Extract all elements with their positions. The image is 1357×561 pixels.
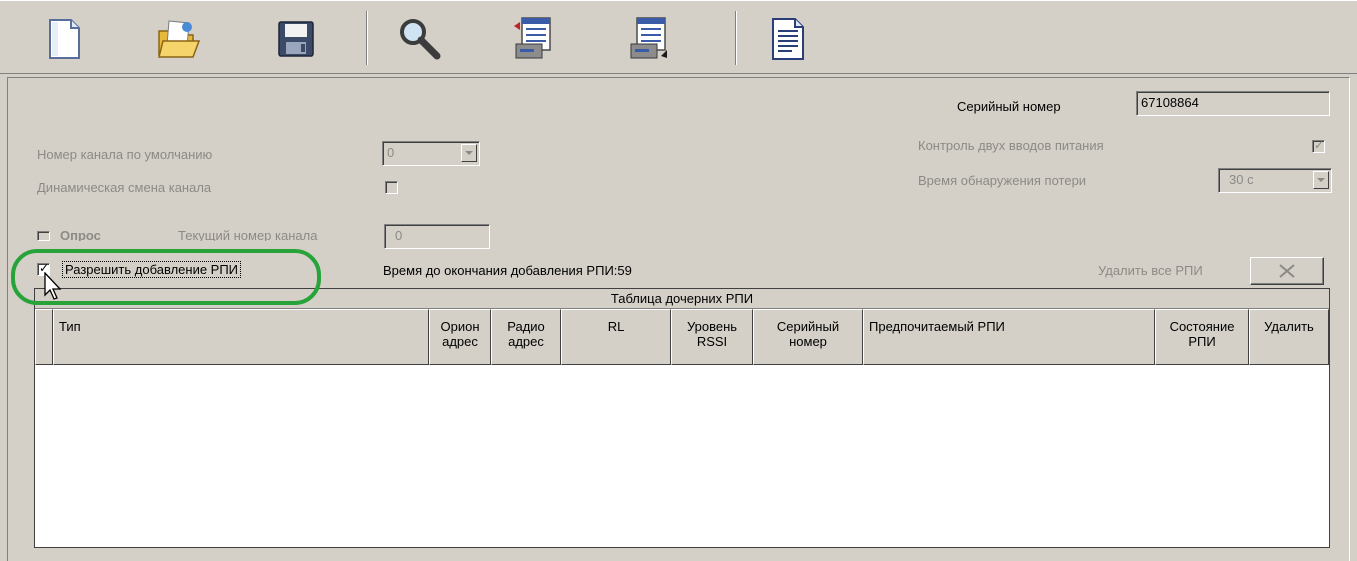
column-header-text: Уровень [686, 319, 738, 334]
column-header-state[interactable]: Состояние РПИ [1155, 309, 1249, 365]
loss-detection-select[interactable]: 30 с [1218, 168, 1332, 193]
column-header-preferred-rpi[interactable]: Предпочитаемый РПИ [863, 309, 1155, 365]
column-header-text: РПИ [1188, 334, 1216, 349]
chevron-down-icon[interactable] [1313, 171, 1329, 189]
serial-number-field: 67108864 [1136, 91, 1330, 116]
dynamic-channel-checkbox[interactable] [385, 181, 398, 194]
column-header-text: Серийный [776, 319, 840, 334]
column-header-text: Тип [59, 319, 81, 334]
column-header-radio-address[interactable]: Радио адрес [491, 309, 561, 365]
polling-checkbox[interactable] [37, 231, 50, 241]
column-header-text: Орион [440, 319, 480, 334]
write-config-icon[interactable] [622, 11, 678, 67]
column-header-delete[interactable]: Удалить [1249, 309, 1329, 365]
row-indicator-header [35, 309, 53, 365]
column-header-text: Предпочитаемый РПИ [869, 319, 1005, 334]
serial-number-value: 67108864 [1141, 95, 1199, 110]
column-header-text: RSSI [696, 334, 728, 349]
polling-label: Опрос [60, 228, 101, 241]
serial-number-label: Серийный номер [957, 99, 1061, 114]
column-header-text: номер [789, 334, 827, 349]
column-header-text: RL [607, 319, 625, 334]
add-timer-text: Время до окончания добавления РПИ:59 [383, 263, 632, 278]
column-header-rssi[interactable]: Уровень RSSI [671, 309, 753, 365]
delete-all-button[interactable] [1250, 257, 1324, 285]
save-disk-icon[interactable] [268, 11, 324, 67]
column-header-text: Радио [507, 319, 545, 334]
column-header-text: адрес [442, 334, 478, 349]
column-header-text: адрес [508, 334, 544, 349]
child-rpi-table: Таблица дочерних РПИ Тип Орион адрес Рад… [34, 288, 1330, 548]
report-document-icon[interactable] [760, 11, 816, 67]
check-icon: ✓ [1314, 138, 1325, 152]
toolbar [0, 0, 1357, 74]
dynamic-channel-label: Динамическая смена канала [37, 180, 212, 195]
power-control-label: Контроль двух вводов питания [918, 138, 1104, 153]
column-header-text: Удалить [1264, 319, 1314, 334]
delete-all-label: Удалить все РПИ [1098, 263, 1203, 278]
open-folder-icon[interactable] [150, 11, 206, 67]
default-channel-select[interactable]: 0 [382, 141, 480, 166]
mouse-cursor-icon [44, 272, 62, 300]
column-header-rl[interactable]: RL [561, 309, 671, 365]
column-header-type[interactable]: Тип [53, 309, 429, 365]
close-x-icon [1279, 264, 1295, 278]
column-header-serial[interactable]: Серийный номер [753, 309, 863, 365]
chevron-down-icon[interactable] [461, 144, 477, 162]
default-channel-value: 0 [387, 145, 395, 160]
polling-row: Опрос Текущий номер канала [60, 226, 380, 241]
power-control-checkbox[interactable]: ✓ [1312, 138, 1325, 153]
new-document-icon[interactable] [36, 11, 92, 67]
loss-detection-value: 30 с [1229, 172, 1254, 187]
loss-detection-label: Время обнаружения потери [918, 173, 1087, 188]
default-channel-label: Номер канала по умолчанию [37, 147, 213, 162]
column-header-orion-address[interactable]: Орион адрес [429, 309, 491, 365]
current-channel-value: 0 [395, 228, 403, 243]
current-channel-field: 0 [384, 224, 490, 249]
search-icon[interactable] [392, 11, 448, 67]
current-channel-label: Текущий номер канала [178, 228, 318, 241]
read-config-icon[interactable] [507, 11, 563, 67]
column-header-text: Состояние [1169, 319, 1235, 334]
